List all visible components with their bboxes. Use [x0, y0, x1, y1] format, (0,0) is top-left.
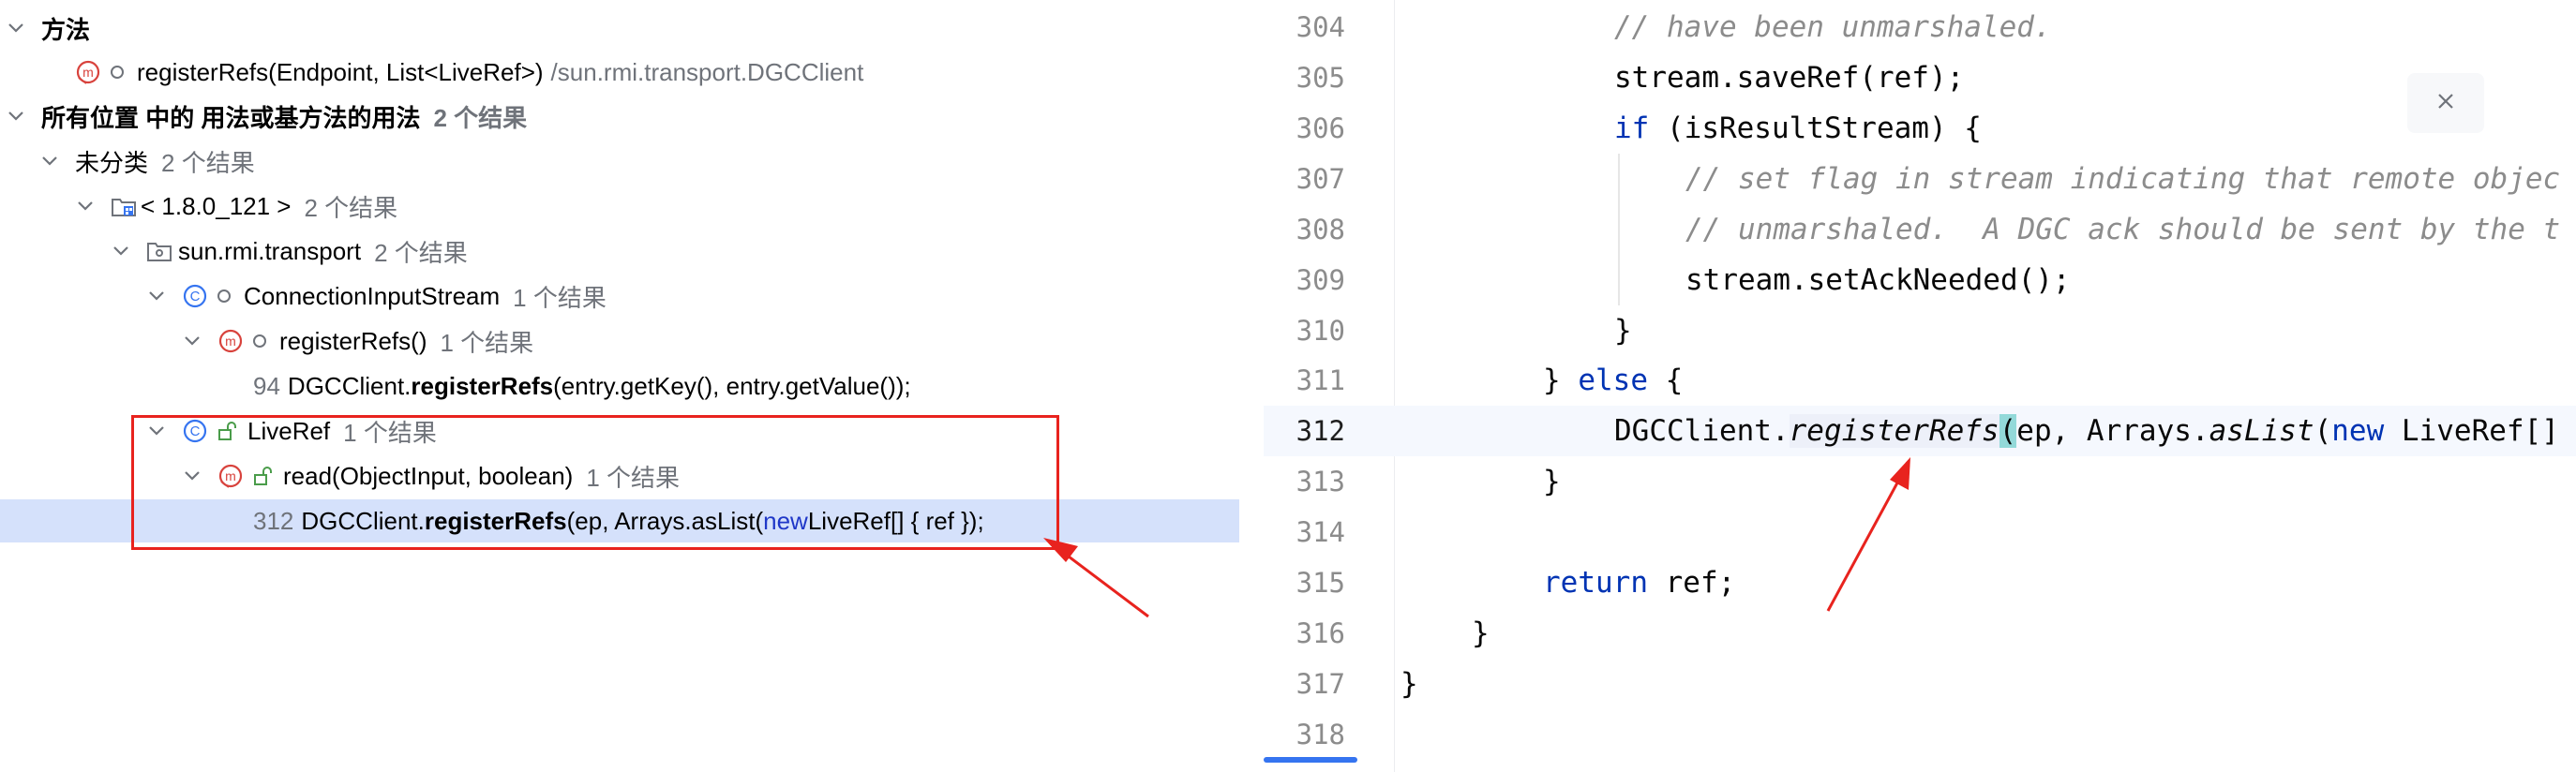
chevron-down-icon[interactable] — [75, 196, 96, 216]
usage-code-match: registerRefs — [411, 371, 554, 400]
tree-row-class-connectioninputstream[interactable]: C ConnectionInputStream 1 个结果 — [0, 275, 1239, 318]
tree-row-count: 2 个结果 — [304, 193, 398, 222]
line-number: 308 — [1295, 214, 1345, 245]
code-line-312: DGCClient.registerRefs(ep, Arrays.asList… — [1614, 414, 2559, 448]
usage-code-suffix: (entry.getKey(), entry.getValue()); — [553, 371, 911, 400]
code-line-309: stream.setAckNeeded(); — [1685, 263, 2071, 297]
method-icon: m — [217, 328, 244, 354]
tree-row-label: 方法 — [41, 15, 91, 44]
tree-row-usages-header[interactable]: 所有位置 中的 用法或基方法的用法 2 个结果 — [0, 95, 1239, 138]
tree-row-count: 2 个结果 — [433, 103, 528, 132]
line-number-current: 312 — [1295, 415, 1345, 447]
code-line-306: if (isResultStream) { — [1614, 111, 1982, 145]
svg-text:m: m — [82, 65, 94, 80]
close-icon — [2435, 91, 2456, 116]
module-icon — [111, 193, 137, 219]
tree-row-count: 2 个结果 — [161, 148, 255, 177]
svg-text:C: C — [190, 289, 201, 304]
annotation-highlight-box — [131, 415, 1059, 550]
chevron-down-icon[interactable] — [146, 286, 167, 306]
dot-circle-icon — [217, 290, 231, 303]
tree-row-label: 所有位置 中的 用法或基方法的用法 — [41, 103, 421, 132]
line-number: 313 — [1295, 466, 1345, 497]
line-number: 305 — [1295, 62, 1345, 94]
tree-row-target-method[interactable]: m registerRefs(Endpoint, List<LiveRef>) … — [0, 51, 1239, 94]
svg-text:m: m — [225, 334, 236, 349]
code-line-311: } else { — [1543, 364, 1684, 397]
chevron-down-icon[interactable] — [6, 18, 26, 38]
code-line-315: return ref; — [1543, 566, 1736, 600]
tree-row-count: 1 个结果 — [513, 283, 607, 312]
line-number: 310 — [1295, 315, 1345, 347]
line-number: 314 — [1295, 516, 1345, 548]
chevron-down-icon[interactable] — [39, 151, 60, 171]
line-number: 311 — [1295, 364, 1345, 396]
tree-row-count: 1 个结果 — [440, 328, 534, 357]
chevron-down-icon[interactable] — [6, 106, 26, 126]
code-line-305: stream.saveRef(ref); — [1614, 61, 1965, 95]
line-number: 307 — [1295, 163, 1345, 195]
close-button[interactable] — [2407, 73, 2484, 133]
line-number: 309 — [1295, 264, 1345, 296]
code-editor[interactable]: 304 305 306 307 308 309 310 311 312 313 … — [1264, 0, 2576, 772]
class-icon: C — [182, 283, 208, 309]
code-line-308: // unmarshaled. A DGC ack should be sent… — [1685, 213, 2561, 246]
code-line-313: } — [1543, 465, 1561, 498]
dot-circle-icon — [253, 334, 266, 348]
package-icon — [146, 238, 172, 264]
paren-match-highlight: ( — [1999, 414, 2017, 448]
line-number: 315 — [1295, 567, 1345, 599]
code-line-316: } — [1472, 616, 1490, 650]
line-number: 306 — [1295, 112, 1345, 144]
tree-row-unclassified[interactable]: 未分类 2 个结果 — [0, 140, 1239, 183]
code-line-304: // have been unmarshaled. — [1614, 10, 2052, 44]
code-line-317: } — [1400, 667, 1418, 701]
tree-row-count: 2 个结果 — [374, 238, 468, 267]
line-number-gutter: 304 305 306 307 308 309 310 311 312 313 … — [1264, 0, 1395, 772]
tree-row-label: 未分类 — [75, 148, 149, 177]
code-line-307: // set flag in stream indicating that re… — [1685, 162, 2561, 196]
chevron-down-icon[interactable] — [111, 241, 131, 261]
code-line-310: } — [1614, 314, 1632, 348]
line-number: 304 — [1295, 11, 1345, 43]
indent-guide — [1618, 154, 1620, 305]
tree-row-label: < 1.8.0_121 > — [141, 191, 292, 220]
tree-row-label: registerRefs(Endpoint, List<LiveRef>) — [137, 57, 544, 86]
dot-circle-icon — [111, 66, 124, 79]
chevron-down-icon[interactable] — [182, 331, 202, 351]
line-number: 316 — [1295, 617, 1345, 649]
tree-row-label: ConnectionInputStream — [244, 281, 501, 310]
tree-row-method-registerrefs[interactable]: m registerRefs() 1 个结果 — [0, 319, 1239, 363]
horizontal-scrollbar-thumb[interactable] — [1264, 757, 1357, 763]
usages-tree: 方法 m registerRefs(Endpoint, List<LiveRef… — [0, 0, 1264, 772]
line-number: 317 — [1295, 668, 1345, 700]
tree-row-label: sun.rmi.transport — [178, 236, 362, 265]
line-number: 318 — [1295, 719, 1345, 750]
method-icon: m — [75, 59, 101, 85]
tree-row-methods-header[interactable]: 方法 — [0, 7, 1239, 50]
tree-row-path: /sun.rmi.transport.DGCClient — [550, 57, 864, 86]
method-usage-highlight[interactable]: registerRefs — [1789, 414, 1999, 448]
usage-code-prefix: DGCClient. — [287, 371, 412, 400]
tree-row-label: registerRefs() — [279, 326, 427, 355]
usage-line-number: 94 — [253, 371, 280, 400]
tree-row-package[interactable]: sun.rmi.transport 2 个结果 — [0, 230, 1239, 273]
tree-row-usage-94[interactable]: 94 DGCClient. registerRefs (entry.getKey()… — [0, 364, 1239, 408]
tree-row-jdk-module[interactable]: < 1.8.0_121 > 2 个结果 — [0, 185, 1239, 228]
